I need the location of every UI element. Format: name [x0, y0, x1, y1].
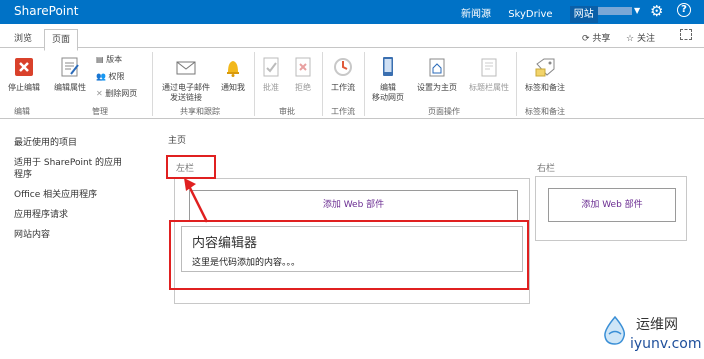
group-tags-notes-label: 标签和备注 [525, 107, 565, 116]
watermark-line-2: iyunv.com [630, 336, 702, 352]
nav-item-apps-for-sharepoint-cont[interactable]: 程序 [14, 169, 154, 181]
follow-button[interactable]: ☆ 关注 [626, 31, 655, 44]
user-name-blurred[interactable] [598, 7, 632, 15]
permissions-label: 权限 [108, 72, 125, 81]
page-breadcrumb[interactable]: 主页 [168, 133, 186, 146]
edit-properties-label: 编辑属性 [54, 83, 86, 92]
nav-item-apps-for-office[interactable]: Office 相关应用程序 [14, 189, 154, 201]
ribbon-separator [516, 52, 517, 116]
newsfeed-link[interactable]: 新闻源 [461, 9, 491, 20]
workflow-button[interactable]: 工作流 [326, 56, 360, 93]
group-page-actions-label: 页面操作 [428, 107, 460, 116]
permissions-icon: 👥 [96, 72, 109, 81]
ribbon-separator [322, 52, 323, 116]
title-bar-label: 标题栏属性 [469, 83, 509, 92]
envelope-icon [176, 61, 196, 75]
group-manage-label: 管理 [92, 107, 108, 116]
approve-button: 批准 [258, 56, 284, 93]
edit-mobile-label-1: 编辑 [380, 83, 396, 92]
suite-bar: SharePoint 新闻源 SkyDrive 网站 ▼ ⚙ ? [0, 0, 704, 24]
ribbon-separator [364, 52, 365, 116]
group-edit-label: 编辑 [14, 107, 30, 116]
set-home-page-button[interactable]: 设置为主页 [412, 56, 462, 93]
bell-icon [227, 61, 239, 77]
group-approval-label: 审批 [279, 107, 295, 116]
edit-properties-icon [61, 57, 79, 77]
delete-icon: ✕ [96, 89, 106, 98]
version-icon: ▤ [96, 55, 107, 64]
skydrive-link[interactable]: SkyDrive [508, 9, 552, 20]
ribbon: 停止编辑 编辑属性 ▤ 版本 👥 权限 ✕ 删除网页 编辑 管理 通过电子邮件 … [0, 47, 704, 119]
tags-notes-label: 标签和备注 [525, 83, 565, 92]
water-drop-icon [604, 316, 626, 345]
set-home-label: 设置为主页 [417, 83, 457, 92]
tab-page[interactable]: 页面 [44, 29, 79, 51]
email-link-label-2: 发送链接 [170, 93, 202, 102]
share-label: 共享 [592, 34, 611, 44]
chevron-down-icon[interactable]: ▼ [634, 6, 640, 15]
alert-me-label: 通知我 [221, 83, 245, 92]
edit-mobile-label-2: 移动网页 [372, 93, 404, 102]
delete-page-button[interactable]: ✕ 删除网页 [96, 88, 137, 99]
add-web-part-left-button[interactable]: 添加 Web 部件 [189, 190, 518, 221]
alert-me-button[interactable]: 通知我 [216, 56, 250, 93]
reject-icon [295, 57, 311, 77]
workflow-icon [334, 58, 352, 76]
nav-item-app-requests[interactable]: 应用程序请求 [14, 209, 154, 221]
approve-icon [263, 57, 279, 77]
version-label: 版本 [106, 55, 123, 64]
nav-item-site-contents[interactable]: 网站内容 [14, 229, 154, 241]
edit-mobile-page-button[interactable]: 编辑 移动网页 [366, 56, 410, 103]
stop-editing-icon [15, 58, 33, 76]
right-zone-title: 右栏 [537, 164, 556, 174]
ribbon-separator [152, 52, 153, 116]
top-links: 新闻源 SkyDrive 网站 [461, 5, 612, 23]
delete-page-label: 删除网页 [105, 89, 138, 98]
title-bar-properties-button: 标题栏属性 [464, 56, 514, 93]
share-icon: ⟳ [582, 34, 593, 44]
reject-label: 拒绝 [295, 83, 311, 92]
stop-editing-button[interactable]: 停止编辑 [4, 56, 44, 93]
email-link-label-1: 通过电子邮件 [162, 83, 210, 92]
mobile-page-icon [383, 57, 393, 76]
home-page-icon [429, 58, 445, 77]
workflow-label: 工作流 [331, 83, 355, 92]
permissions-button[interactable]: 👥 权限 [96, 71, 125, 82]
brand-title[interactable]: SharePoint [14, 4, 78, 18]
follow-label: 关注 [636, 34, 655, 44]
help-icon[interactable]: ? [677, 3, 691, 17]
sites-link[interactable]: 网站 [569, 6, 598, 23]
quick-launch-nav: 最近使用的项目 适用于 SharePoint 的应用 程序 Office 相关应… [14, 137, 154, 249]
tag-icon [535, 58, 555, 77]
watermark-line-1: 运维网 [636, 317, 678, 333]
tab-browse[interactable]: 浏览 [14, 31, 32, 44]
star-icon: ☆ [626, 34, 637, 44]
annotation-arrow [184, 178, 209, 223]
add-web-part-right-button[interactable]: 添加 Web 部件 [548, 188, 676, 222]
group-workflow-label: 工作流 [331, 107, 355, 116]
tags-notes-button[interactable]: 标签和备注 [518, 56, 572, 93]
ribbon-tab-row: 浏览 页面 ⟳ 共享 ☆ 关注 [0, 24, 704, 51]
version-history-button[interactable]: ▤ 版本 [96, 54, 122, 65]
focus-content-icon[interactable] [680, 29, 692, 40]
gear-icon[interactable]: ⚙ [650, 2, 663, 20]
nav-item-apps-for-sharepoint[interactable]: 适用于 SharePoint 的应用 [14, 157, 154, 169]
ribbon-separator [254, 52, 255, 116]
annotation-box-content-editor [169, 220, 529, 290]
title-bar-icon [481, 58, 497, 77]
reject-button: 拒绝 [290, 56, 316, 93]
stop-editing-label: 停止编辑 [8, 83, 40, 92]
watermark-logo: 运维网 iyunv.com [600, 312, 702, 356]
approve-label: 批准 [263, 83, 279, 92]
email-link-button[interactable]: 通过电子邮件 发送链接 [156, 56, 216, 103]
nav-item-recent[interactable]: 最近使用的项目 [14, 137, 154, 149]
edit-properties-button[interactable]: 编辑属性 [48, 56, 92, 93]
share-button[interactable]: ⟳ 共享 [582, 31, 610, 44]
group-share-track-label: 共享和跟踪 [180, 107, 220, 116]
